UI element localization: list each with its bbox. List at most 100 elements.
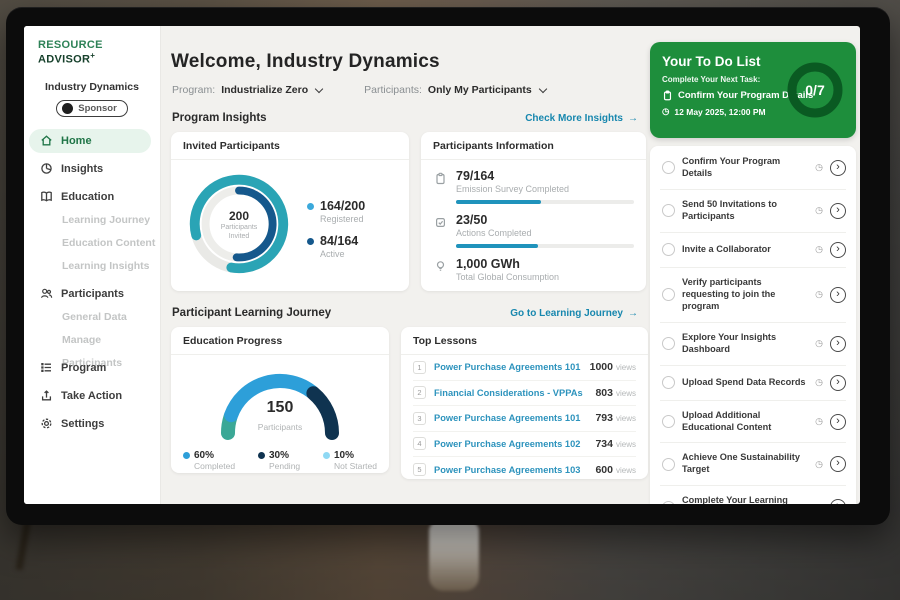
sidebar-item-education[interactable]: Education <box>24 185 160 209</box>
chevron-right-button[interactable]: › <box>830 160 846 176</box>
task-checkbox[interactable] <box>662 376 675 389</box>
list-item: 3 Power Purchase Agreements 101 793views <box>413 406 636 432</box>
task-checkbox[interactable] <box>662 415 675 428</box>
main-content: Welcome, Industry Dynamics Program: Indu… <box>161 26 650 504</box>
clipboard-icon <box>434 172 447 185</box>
sidebar-item-education-content[interactable]: Education Content <box>24 232 160 255</box>
sidebar-item-general-data[interactable]: General Data <box>24 306 160 329</box>
invited-total-label: Invited <box>179 232 299 241</box>
legend-label: Pending <box>269 461 300 471</box>
stat-label: Emission Survey Completed <box>456 184 569 194</box>
lesson-link[interactable]: Power Purchase Agreements 101 <box>434 413 580 423</box>
people-icon <box>40 287 53 300</box>
logo-text-primary: RESOURCE <box>38 39 103 51</box>
donut-center-label: 200 Participants Invited <box>179 209 299 242</box>
task-checkbox[interactable] <box>662 288 675 301</box>
active-dot-icon <box>307 238 314 245</box>
take-action-icon <box>40 389 53 402</box>
clock-icon: ◷ <box>815 416 823 427</box>
lesson-link[interactable]: Power Purchase Agreements 103 <box>434 465 580 475</box>
views-label: views <box>616 389 636 398</box>
task-row: Confirm Your Program Details ◷ › <box>660 147 846 190</box>
task-row: Achieve One Sustainability Target ◷ › <box>660 443 846 486</box>
gauge-value: 150 <box>210 399 350 417</box>
gauge-label: Participants <box>258 422 302 432</box>
sidebar-item-learning-insights[interactable]: Learning Insights <box>24 255 160 278</box>
learning-cards-row: Education Progress 150 Participants <box>171 327 650 479</box>
legend-item-registered: 164/200 Registered <box>307 199 365 224</box>
stat-emission-survey: 79/164 Emission Survey Completed <box>421 169 646 194</box>
clock-icon: ◷ <box>815 205 823 216</box>
learning-journey-header: Participant Learning Journey Go to Learn… <box>172 307 638 319</box>
sidebar-item-label: Participants <box>61 288 124 300</box>
go-to-learning-journey-link[interactable]: Go to Learning Journey → <box>510 308 638 319</box>
task-label: Send 50 Invitations to Participants <box>682 199 808 223</box>
link-label: Go to Learning Journey <box>510 308 623 319</box>
sidebar-item-manage-participants[interactable]: Manage Participants <box>24 329 160 352</box>
views-label: views <box>616 363 636 372</box>
chevron-right-button[interactable]: › <box>830 336 846 352</box>
sidebar-item-settings[interactable]: Settings <box>24 412 160 436</box>
program-label: Program: <box>172 84 215 96</box>
lesson-rank: 2 <box>413 386 426 399</box>
list-icon <box>40 361 53 374</box>
pending-dot-icon <box>258 452 265 459</box>
lesson-link[interactable]: Financial Considerations - VPPAs <box>434 388 583 398</box>
org-name: Industry Dynamics <box>24 81 160 93</box>
chevron-right-button[interactable]: › <box>830 287 846 303</box>
task-checkbox[interactable] <box>662 204 675 217</box>
sidebar-item-take-action[interactable]: Take Action <box>24 384 160 408</box>
sidebar-item-participants[interactable]: Participants <box>24 282 160 306</box>
registered-value: 164/200 <box>320 199 365 213</box>
stat-consumption: 1,000 GWh Total Global Consumption <box>421 257 646 282</box>
chevron-right-button[interactable]: › <box>830 456 846 472</box>
insights-pie-icon <box>40 162 53 175</box>
chevron-right-button[interactable]: › <box>830 203 846 219</box>
task-checkbox[interactable] <box>662 161 675 174</box>
task-checkbox[interactable] <box>662 243 675 256</box>
chevron-right-button[interactable]: › <box>830 414 846 430</box>
emission-progress-bar <box>456 200 634 204</box>
clock-icon: ◷ <box>815 162 823 173</box>
active-value: 84/164 <box>320 234 358 248</box>
list-item: 1 Power Purchase Agreements 101 1000view… <box>413 355 636 381</box>
sponsor-label: Sponsor <box>78 103 117 114</box>
sidebar-item-learning-journey[interactable]: Learning Journey <box>24 209 160 232</box>
task-checkbox[interactable] <box>662 337 675 350</box>
views-count: 803 <box>595 387 613 399</box>
task-row: Invite a Collaborator ◷ › <box>660 233 846 268</box>
sidebar-item-insights[interactable]: Insights <box>24 157 160 181</box>
task-checkbox[interactable] <box>662 458 675 471</box>
education-gauge-chart: 150 Participants <box>210 361 350 447</box>
chevron-right-button[interactable]: › <box>830 375 846 391</box>
task-label: Upload Additional Educational Content <box>682 410 808 434</box>
donut-legend: 164/200 Registered 84/164 Active <box>307 189 365 259</box>
invited-total: 200 <box>179 209 299 223</box>
sidebar: RESOURCE ADVISOR+ Industry Dynamics Spon… <box>24 26 161 504</box>
sponsor-icon <box>62 103 73 114</box>
chevron-right-button[interactable]: › <box>830 499 846 504</box>
lesson-link[interactable]: Power Purchase Agreements 102 <box>434 439 580 449</box>
section-title: Participant Learning Journey <box>172 307 331 319</box>
background-wall: RESOURCE ADVISOR+ Industry Dynamics Spon… <box>0 0 900 600</box>
chevron-right-button[interactable]: › <box>830 242 846 258</box>
views-count: 1000 <box>590 361 613 373</box>
sidebar-item-home[interactable]: Home <box>29 129 151 153</box>
task-row: Explore Your Insights Dashboard ◷ › <box>660 323 846 366</box>
legend-pct: 30% <box>269 450 289 461</box>
program-dropdown[interactable]: Program: Industrialize Zero <box>172 84 322 96</box>
check-more-insights-link[interactable]: Check More Insights → <box>525 113 638 124</box>
legend-item-pending: 30% Pending <box>258 450 300 471</box>
lesson-link[interactable]: Power Purchase Agreements 101 <box>434 362 580 372</box>
sponsor-badge[interactable]: Sponsor <box>56 100 128 117</box>
monitor-stand <box>429 521 479 591</box>
task-label: Confirm Your Program Details <box>682 156 808 180</box>
stat-label: Total Global Consumption <box>456 272 559 282</box>
task-checkbox[interactable] <box>662 501 675 504</box>
registered-label: Registered <box>320 214 365 224</box>
active-label: Active <box>320 249 358 259</box>
stat-value: 1,000 GWh <box>456 257 559 271</box>
app-logo: RESOURCE ADVISOR+ <box>38 39 160 66</box>
lesson-rank: 3 <box>413 412 426 425</box>
participants-dropdown[interactable]: Participants: Only My Participants <box>364 84 546 96</box>
